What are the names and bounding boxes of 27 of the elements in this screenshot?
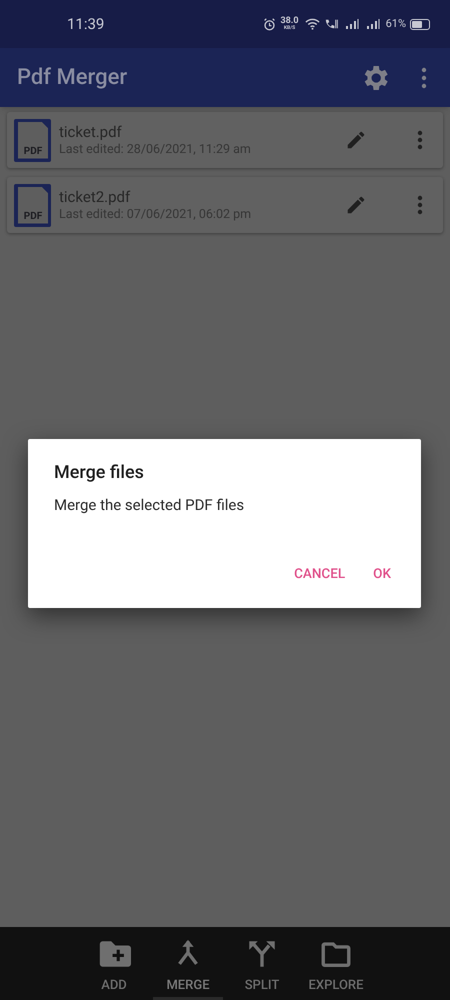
wifi-icon — [304, 18, 320, 30]
status-time: 11:39 — [67, 14, 104, 35]
file-name: ticket2.pdf — [59, 188, 132, 207]
more-icon[interactable] — [421, 66, 427, 90]
dialog-button[interactable]: CANCEL — [294, 564, 346, 584]
nav-tab[interactable]: MERGE — [153, 937, 223, 1000]
dialog-message: Merge the selected PDF files — [54, 495, 246, 516]
battery-percent: 61% — [386, 16, 406, 32]
network-speed: 38.0 — [280, 17, 299, 26]
call-icon — [324, 18, 338, 30]
more-icon[interactable] — [417, 130, 423, 150]
file-name: ticket.pdf — [59, 122, 123, 142]
dialog-title: Merge files — [54, 461, 145, 485]
more-icon[interactable] — [417, 195, 423, 215]
app-title: Pdf Merger — [17, 64, 128, 92]
battery-icon — [410, 18, 430, 30]
pencil-icon[interactable] — [345, 194, 367, 216]
nav-tab[interactable]: EXPLORE — [301, 937, 371, 1000]
alarm-icon — [263, 18, 276, 30]
pencil-icon[interactable] — [345, 129, 367, 151]
dialog-button[interactable]: OK — [373, 564, 391, 584]
nav-tab[interactable]: ADD — [79, 937, 149, 1000]
nav-tab[interactable]: SPLIT — [227, 937, 297, 1000]
pdf-label: PDF — [24, 146, 42, 156]
signal-icon — [344, 19, 359, 29]
pdf-label: PDF — [24, 212, 42, 222]
signal-icon — [366, 19, 380, 29]
